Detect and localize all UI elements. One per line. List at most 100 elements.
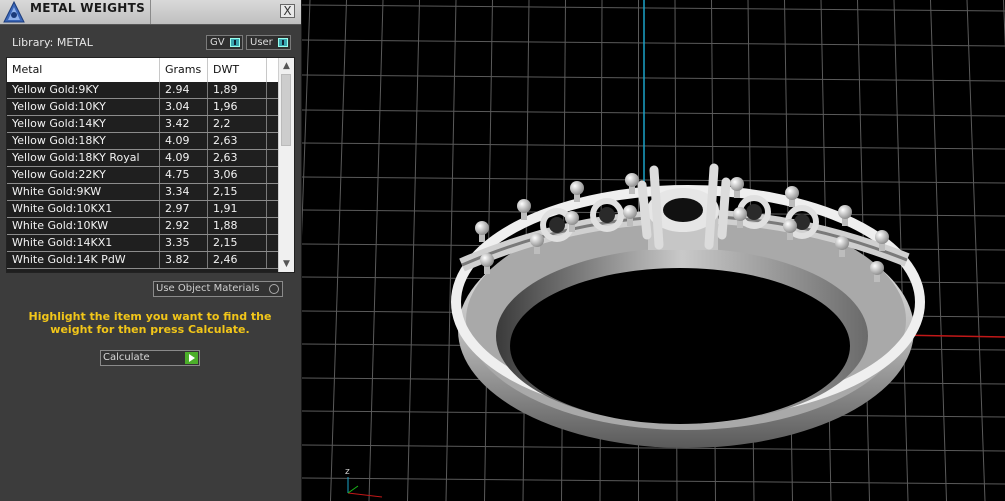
table-row[interactable]: White Gold:10KW 2.92 1,88 <box>7 218 279 235</box>
user-toggle[interactable]: User <box>246 35 291 50</box>
dwt-cell: 1,96 <box>208 99 267 115</box>
metal-cell: Yellow Gold:18KY <box>7 133 160 149</box>
table-row-clipped[interactable] <box>7 269 279 272</box>
metal-cell: Yellow Gold:18KY Royal <box>7 150 160 166</box>
axis-gizmo: z <box>345 467 383 498</box>
grid-line <box>966 0 986 501</box>
table-row[interactable]: Yellow Gold:9KY 2.94 1,89 <box>7 82 279 99</box>
grams-cell: 3.34 <box>160 184 208 200</box>
prong-ball <box>733 207 747 221</box>
radio-icon <box>269 284 279 294</box>
grams-cell: 4.09 <box>160 150 208 166</box>
dwt-cell: 2,15 <box>208 184 267 200</box>
user-toggle-switch-icon <box>278 38 288 47</box>
prong-ball <box>783 219 797 233</box>
gv-toggle[interactable]: GV <box>206 35 243 50</box>
metal-table[interactable]: Metal Grams DWT Yellow Gold:9KY 2.94 1,89 Y… <box>6 57 295 273</box>
ring-model[interactable] <box>451 163 925 448</box>
dwt-cell: 1,88 <box>208 218 267 234</box>
grams-cell: 3.04 <box>160 99 208 115</box>
prong-ball <box>785 186 799 200</box>
use-object-materials-button[interactable]: Use Object Materials <box>153 281 283 297</box>
scrollbar-thumb[interactable] <box>281 74 291 146</box>
calculate-label: Calculate <box>103 352 150 363</box>
dwt-cell: 2,2 <box>208 116 267 132</box>
scroll-up-arrow-icon[interactable]: ▲ <box>279 59 294 73</box>
app-logo-icon <box>3 0 25 23</box>
grid-line <box>930 0 947 501</box>
prong-ball <box>870 261 884 275</box>
metal-cell: Yellow Gold:10KY <box>7 99 160 115</box>
prong-ball <box>565 211 579 225</box>
grams-cell: 3.35 <box>160 235 208 251</box>
dwt-cell: 1,89 <box>208 82 267 98</box>
prong-ball <box>517 199 531 213</box>
grid-line <box>302 109 1005 117</box>
gv-toggle-switch-icon <box>230 38 240 47</box>
metal-cell: Yellow Gold:9KY <box>7 82 160 98</box>
viewport-canvas[interactable]: z <box>302 0 1005 501</box>
prong-ball <box>570 181 584 195</box>
table-scrollbar[interactable]: ▲ ▼ <box>278 58 294 272</box>
grid-line <box>302 4 1005 12</box>
metal-cell: Yellow Gold:14KY <box>7 116 160 132</box>
dwt-cell: 1,91 <box>208 201 267 217</box>
metal-cell: White Gold:14KX1 <box>7 235 160 251</box>
grams-cell: 4.09 <box>160 133 208 149</box>
user-toggle-label: User <box>250 37 273 48</box>
table-row[interactable]: Yellow Gold:18KY Royal 4.09 2,63 <box>7 150 279 167</box>
3d-viewport[interactable]: z <box>302 0 1005 501</box>
close-button[interactable]: X <box>280 4 295 18</box>
grams-cell: 2.97 <box>160 201 208 217</box>
prong-ball <box>875 230 889 244</box>
grid-line <box>302 74 1005 82</box>
panel-titlebar[interactable]: METAL WEIGHTS X <box>0 0 301 25</box>
grams-cell: 2.94 <box>160 82 208 98</box>
grams-cell: 2.92 <box>160 218 208 234</box>
metal-cell: White Gold:14K PdW <box>7 252 160 268</box>
metal-weights-panel: METAL WEIGHTS X Library: METAL GV User M… <box>0 0 302 501</box>
table-row[interactable]: White Gold:10KX1 2.97 1,91 <box>7 201 279 218</box>
dwt-cell: 3,06 <box>208 167 267 183</box>
library-label: Library: METAL <box>12 36 93 49</box>
scroll-down-arrow-icon[interactable]: ▼ <box>279 257 294 271</box>
dwt-cell: 2,63 <box>208 150 267 166</box>
title-divider <box>150 0 151 24</box>
dwt-cell: 2,46 <box>208 252 267 268</box>
prong-ball <box>623 205 637 219</box>
grid-line <box>445 0 457 501</box>
column-header-metal[interactable]: Metal <box>7 58 160 82</box>
grams-cell: 3.82 <box>160 252 208 268</box>
metal-cell: White Gold:10KW <box>7 218 160 234</box>
table-row[interactable]: Yellow Gold:22KY 4.75 3,06 <box>7 167 279 184</box>
calculate-button[interactable]: Calculate <box>100 350 200 366</box>
grams-cell: 4.75 <box>160 167 208 183</box>
table-body: Yellow Gold:9KY 2.94 1,89 Yellow Gold:10KY 3… <box>7 82 279 272</box>
play-arrow-icon <box>185 352 198 364</box>
prong-ball <box>475 221 489 235</box>
column-header-dwt[interactable]: DWT <box>208 58 267 82</box>
prong-ball <box>835 236 849 250</box>
panel-title: METAL WEIGHTS <box>30 1 146 15</box>
prong-ball <box>838 205 852 219</box>
prong-ball <box>530 233 544 247</box>
column-header-grams[interactable]: Grams <box>160 58 208 82</box>
table-row[interactable]: Yellow Gold:18KY 4.09 2,63 <box>7 133 279 150</box>
table-row[interactable]: White Gold:14K PdW 3.82 2,46 <box>7 252 279 269</box>
table-header: Metal Grams DWT <box>7 58 279 82</box>
table-row[interactable]: White Gold:9KW 3.34 2,15 <box>7 184 279 201</box>
prong-ball <box>625 173 639 187</box>
table-row[interactable]: Yellow Gold:14KY 3.42 2,2 <box>7 116 279 133</box>
dwt-cell: 2,63 <box>208 133 267 149</box>
gizmo-z-label: z <box>345 467 350 477</box>
table-row[interactable]: White Gold:14KX1 3.35 2,15 <box>7 235 279 252</box>
prong-ball <box>480 253 494 267</box>
grams-cell: 3.42 <box>160 116 208 132</box>
table-row[interactable]: Yellow Gold:10KY 3.04 1,96 <box>7 99 279 116</box>
metal-cell: Yellow Gold:22KY <box>7 167 160 183</box>
grid-line <box>302 39 1005 47</box>
grid-line <box>407 0 420 501</box>
metal-cell: White Gold:9KW <box>7 184 160 200</box>
dwt-cell: 2,15 <box>208 235 267 251</box>
metal-cell: White Gold:10KX1 <box>7 201 160 217</box>
